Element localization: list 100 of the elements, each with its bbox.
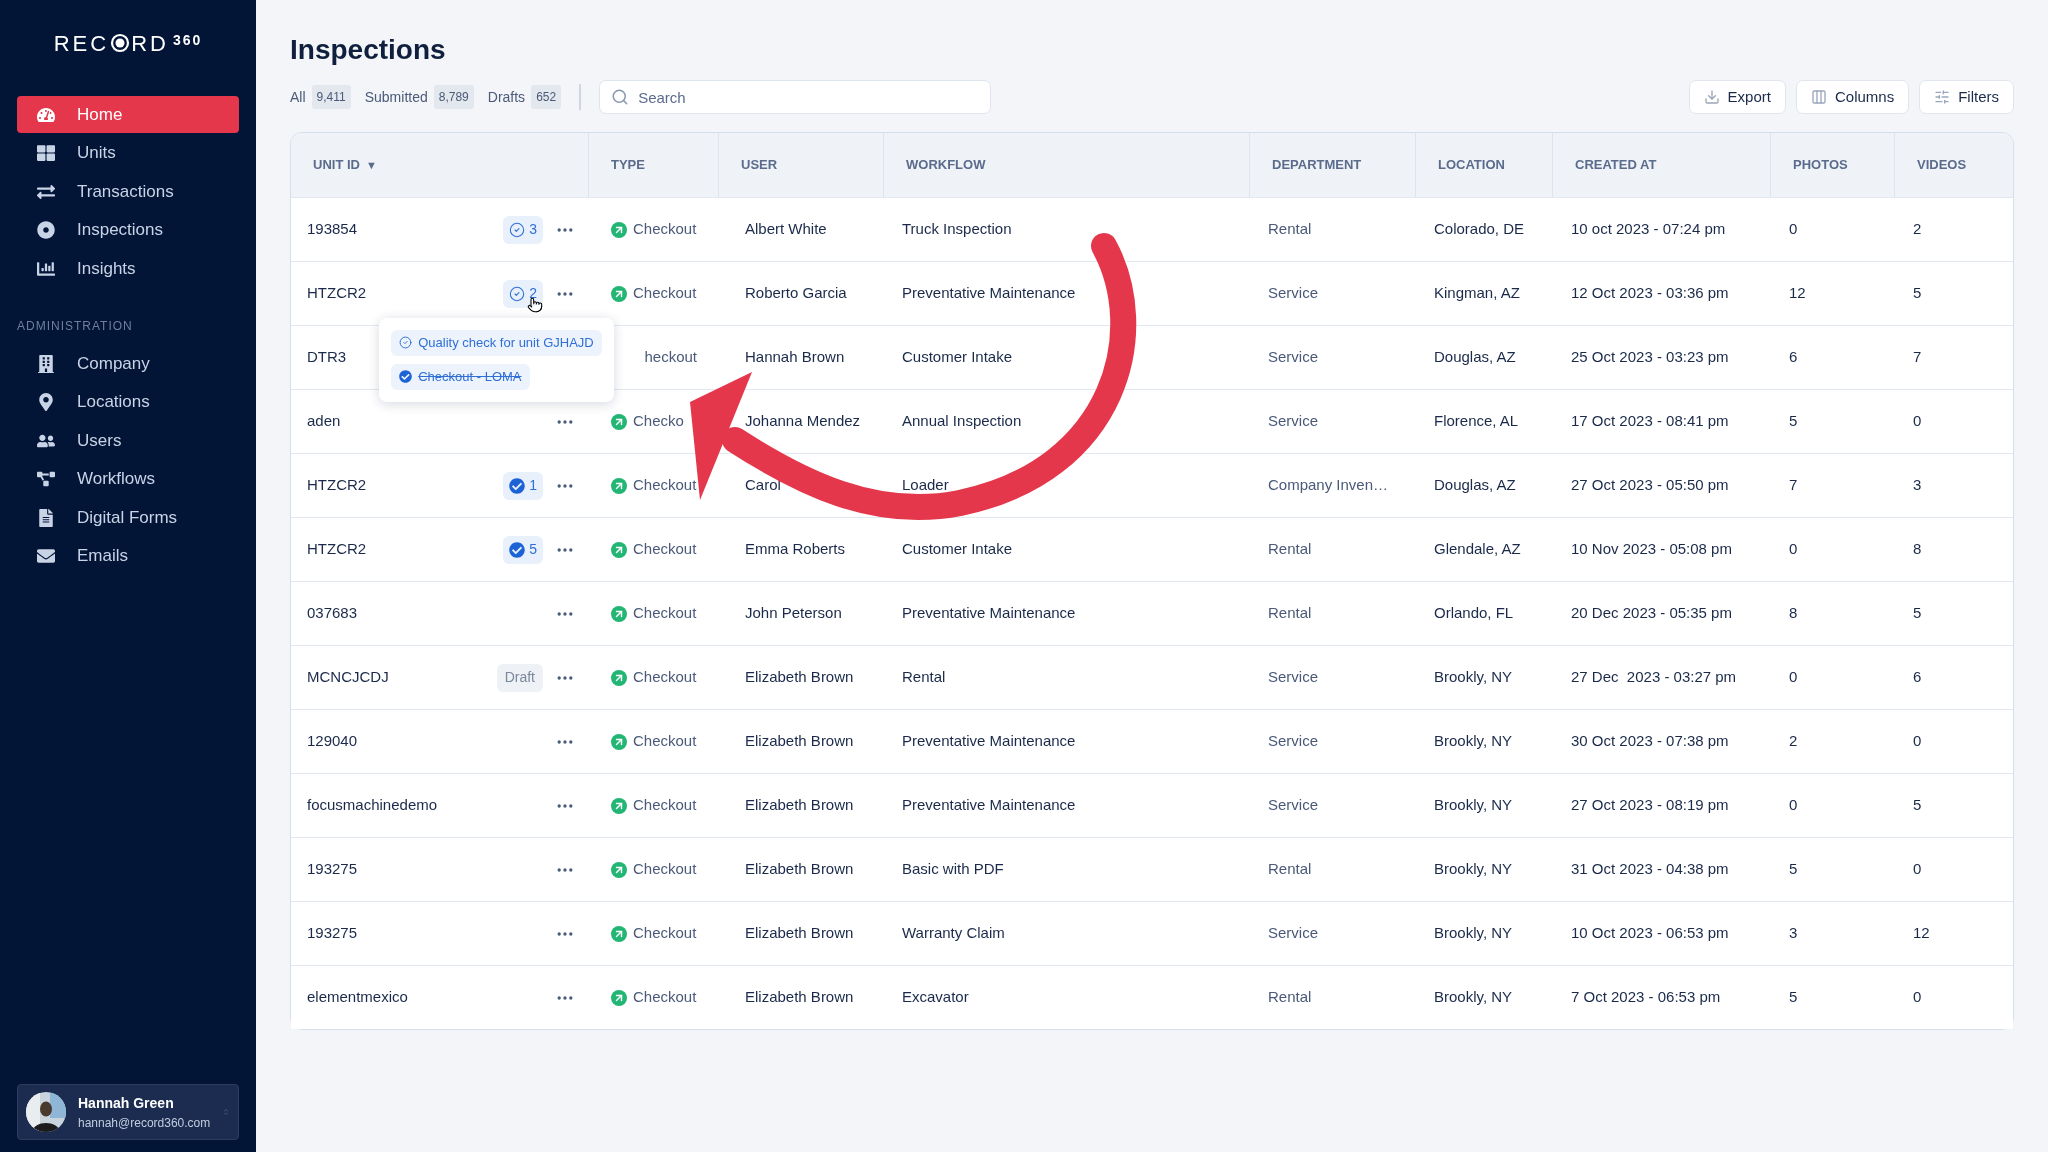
location-name: Brookly, NY [1434, 859, 1513, 880]
video-count: 5 [1913, 603, 1922, 624]
nav-item[interactable]: Home [17, 96, 239, 133]
created-date: 10 Nov 2023 - 05:08 pm [1571, 539, 1732, 560]
flow-icon [37, 470, 55, 488]
video-count: 3 [1913, 475, 1922, 496]
nav-item[interactable]: Digital Forms [17, 499, 239, 536]
type-label: Checkout [633, 539, 697, 560]
column-header[interactable]: UNIT ID [313, 155, 360, 175]
nav-item[interactable]: Locations [17, 383, 239, 421]
created-date: 7 Oct 2023 - 06:53 pm [1571, 987, 1721, 1008]
toolbar-button[interactable]: Export [1688, 80, 1786, 114]
unit-id: focusmachinedemo [307, 795, 439, 816]
location-name: Brookly, NY [1434, 923, 1513, 944]
column-header[interactable]: PHOTOS [1793, 155, 1848, 175]
user-name: Elizabeth Brown [745, 859, 854, 880]
photo-count: 12 [1789, 283, 1806, 304]
department-name: Rental [1268, 539, 1312, 560]
gauge-icon [37, 105, 55, 124]
column-header[interactable]: DEPARTMENT [1272, 155, 1362, 175]
arrows-icon [37, 182, 55, 201]
nav-item[interactable]: Company [17, 345, 239, 382]
unit-id: 193275 [307, 859, 359, 880]
column-header[interactable]: USER [741, 155, 778, 175]
department-name: Service [1268, 667, 1319, 688]
created-date: 20 Dec 2023 - 05:35 pm [1571, 603, 1732, 624]
video-count: 0 [1913, 859, 1922, 880]
user-name: Johanna Mendez [745, 411, 861, 432]
filter-tab[interactable]: Drafts 652 [487, 85, 562, 109]
created-date: 27 Dec 2023 - 03:27 pm [1571, 667, 1737, 688]
type-label: Checkout [633, 667, 697, 688]
photo-count: 7 [1789, 475, 1798, 496]
checklist-item[interactable]: Quality check for unit GJHAJD [391, 329, 602, 356]
nav-item[interactable]: Insights [17, 250, 239, 287]
location-name: Brookly, NY [1434, 731, 1513, 752]
checklist-badge[interactable]: 3 [503, 215, 543, 244]
toolbar-button[interactable]: Columns [1795, 80, 1910, 114]
section-heading: ADMINISTRATION [17, 318, 134, 335]
location-name: Florence, AL [1434, 411, 1519, 432]
workflow-name: Excavator [902, 987, 969, 1008]
workflow-name: Preventative Maintenance [902, 283, 1076, 304]
toolbar-button[interactable]: Filters [1919, 80, 2014, 114]
created-date: 27 Oct 2023 - 05:50 pm [1571, 475, 1729, 496]
column-header[interactable]: TYPE [611, 155, 645, 175]
sort-caret[interactable]: ▼ [365, 156, 377, 174]
filter-tab[interactable]: Submitted 8,789 [364, 85, 474, 109]
column-header[interactable]: LOCATION [1438, 155, 1505, 175]
photo-count: 5 [1789, 859, 1798, 880]
logo-text: RD [131, 29, 169, 58]
workflow-name: Preventative Maintenance [902, 795, 1076, 816]
download-icon [1703, 89, 1720, 105]
checklist-item[interactable]: Checkout - LOMA [391, 363, 530, 390]
search-field[interactable]: Search [599, 80, 992, 114]
photo-count: 0 [1789, 795, 1798, 816]
photo-count: 5 [1789, 411, 1798, 432]
logo-suffix: 360 [172, 31, 203, 50]
column-header[interactable]: CREATED AT [1575, 155, 1657, 175]
nav-item[interactable]: Users [17, 422, 239, 459]
user-name: Emma Roberts [745, 539, 846, 560]
user-name: Hannah Green [78, 1093, 175, 1113]
column-header[interactable]: WORKFLOW [906, 155, 986, 175]
user-email: hannah@record360.com [78, 1114, 211, 1132]
nav-item[interactable]: Units [17, 134, 239, 172]
type-label: Checkout [633, 283, 697, 304]
envelope-icon [37, 547, 55, 565]
unit-id: HTZCR2 [307, 475, 368, 496]
photo-count: 3 [1789, 923, 1798, 944]
unit-id: 193854 [307, 219, 359, 240]
nav-item[interactable]: Workflows [17, 460, 239, 498]
workflow-name: Rental [902, 667, 946, 688]
department-name: Rental [1268, 603, 1312, 624]
column-header[interactable]: VIDEOS [1917, 155, 1967, 175]
nav-item[interactable]: Inspections [17, 211, 239, 249]
photo-count: 2 [1789, 731, 1798, 752]
user-name: John Peterson [745, 603, 842, 624]
location-name: Brookly, NY [1434, 987, 1513, 1008]
unit-id: 193275 [307, 923, 359, 944]
checklist-badge[interactable]: 1 [503, 471, 543, 500]
photo-count: 0 [1789, 219, 1798, 240]
department-name: Service [1268, 731, 1319, 752]
check-circle-icon [509, 221, 526, 238]
user-card[interactable]: Hannah Green hannah@record360.com [17, 1084, 239, 1140]
nav-item[interactable]: Emails [17, 537, 239, 575]
map-pin-icon [37, 393, 55, 411]
checklist-badge[interactable]: 5 [503, 535, 543, 564]
columns-icon [1810, 89, 1827, 105]
video-count: 2 [1913, 219, 1922, 240]
unit-id: HTZCR2 [307, 283, 368, 304]
user-name: Albert White [745, 219, 827, 240]
checklist-badge[interactable]: 2 [503, 279, 543, 308]
type-label: Checkout [633, 923, 697, 944]
type-label: Checkout [633, 987, 697, 1008]
location-name: Brookly, NY [1434, 667, 1513, 688]
video-count: 6 [1913, 667, 1922, 688]
table-row[interactable]: elementmexico Checkout Elizabeth Brown Excavator Rental Brookly, NY 7 Oct 2023 - 06:53 pm 5 0 [291, 965, 2013, 1029]
workflow-name: Warranty Claim [902, 923, 1005, 944]
nav-item[interactable]: Transactions [17, 173, 239, 210]
unit-id: 129040 [307, 731, 359, 752]
created-date: 30 Oct 2023 - 07:38 pm [1571, 731, 1729, 752]
location-name: Douglas, AZ [1434, 475, 1516, 496]
